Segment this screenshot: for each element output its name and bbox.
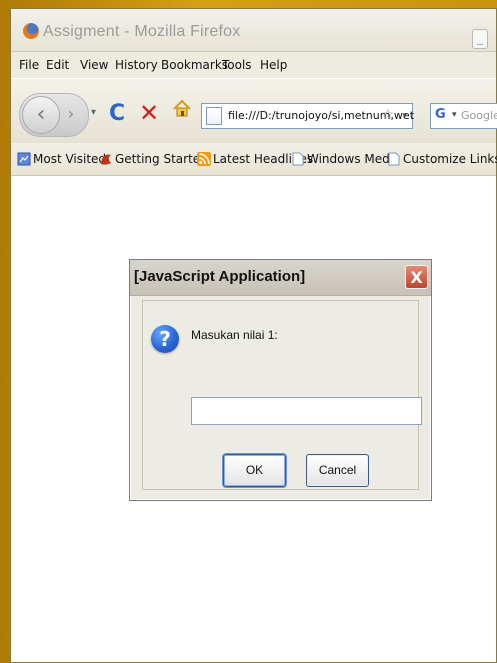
- dialog-message: Masukan nilai 1:: [191, 328, 278, 342]
- rss-feed-icon: [197, 152, 211, 166]
- menu-bar: File Edit View History Bookmarks Tools H…: [11, 52, 496, 78]
- reload-button[interactable]: C: [109, 101, 125, 126]
- question-icon: ?: [151, 325, 179, 353]
- bookmark-most-visited[interactable]: Most Visited: [33, 152, 106, 166]
- home-icon: [173, 99, 191, 117]
- stop-button[interactable]: ✕: [139, 99, 159, 127]
- menu-tools[interactable]: Tools: [222, 58, 252, 72]
- window-title: Assigment - Mozilla Firefox: [43, 23, 241, 40]
- search-placeholder: Google: [461, 109, 497, 122]
- menu-edit[interactable]: Edit: [46, 58, 69, 72]
- menu-history[interactable]: History: [115, 58, 158, 72]
- firefox-logo-icon: [23, 23, 39, 39]
- getting-started-icon: [101, 154, 111, 165]
- cancel-button[interactable]: Cancel: [306, 454, 369, 487]
- back-button[interactable]: ‹: [22, 96, 60, 134]
- ok-button[interactable]: OK: [223, 454, 286, 487]
- menu-file[interactable]: File: [19, 58, 39, 72]
- bookmark-customize-links[interactable]: Customize Links: [403, 152, 497, 166]
- javascript-prompt-dialog: [JavaScript Application] X ? Masukan nil…: [129, 259, 432, 501]
- search-engine-dropdown-icon[interactable]: ▾: [452, 110, 457, 120]
- stop-icon: ✕: [139, 99, 160, 127]
- menu-help[interactable]: Help: [260, 58, 287, 72]
- menu-view[interactable]: View: [80, 58, 108, 72]
- reload-icon: C: [109, 101, 126, 126]
- page-document-icon: [292, 152, 304, 166]
- address-bar[interactable]: file:///D:/trunojoyo/si,metnum,wet ☆ ▾: [201, 103, 414, 129]
- page-document-icon: [388, 152, 400, 166]
- forward-button[interactable]: ›: [62, 105, 80, 123]
- search-box[interactable]: G ▾ Google: [430, 103, 497, 129]
- menu-bookmarks[interactable]: Bookmarks: [161, 58, 228, 72]
- close-icon: X: [410, 268, 423, 287]
- page-icon: [206, 107, 222, 125]
- most-visited-icon: [17, 152, 31, 166]
- bookmark-star-icon[interactable]: ☆: [381, 107, 394, 123]
- home-button[interactable]: [172, 99, 192, 119]
- close-button[interactable]: X: [405, 265, 428, 289]
- title-bar: Assigment - Mozilla Firefox _: [11, 9, 496, 52]
- browser-window: Assigment - Mozilla Firefox _ File Edit …: [10, 8, 497, 663]
- navigation-toolbar: ‹ › ▾ C ✕ file:///D:/trunojoyo/si,metnum…: [11, 79, 497, 144]
- prompt-input[interactable]: [191, 397, 422, 425]
- minimize-button[interactable]: _: [472, 29, 488, 49]
- bookmark-getting-started[interactable]: Getting Started: [115, 152, 208, 166]
- dialog-titlebar: [JavaScript Application] X: [130, 260, 431, 296]
- history-dropdown-icon[interactable]: ▾: [91, 107, 96, 118]
- forward-arrow-icon: ›: [67, 104, 75, 123]
- dialog-title: [JavaScript Application]: [134, 268, 306, 285]
- dialog-body: ? Masukan nilai 1: OK Cancel: [142, 300, 422, 490]
- bookmarks-toolbar: Most Visited Getting Started Latest Head…: [11, 143, 497, 176]
- url-dropdown-icon[interactable]: ▾: [402, 111, 407, 121]
- back-arrow-icon: ‹: [36, 102, 46, 127]
- history-nav-group: ‹ ›: [19, 93, 89, 137]
- google-icon[interactable]: G: [435, 107, 450, 122]
